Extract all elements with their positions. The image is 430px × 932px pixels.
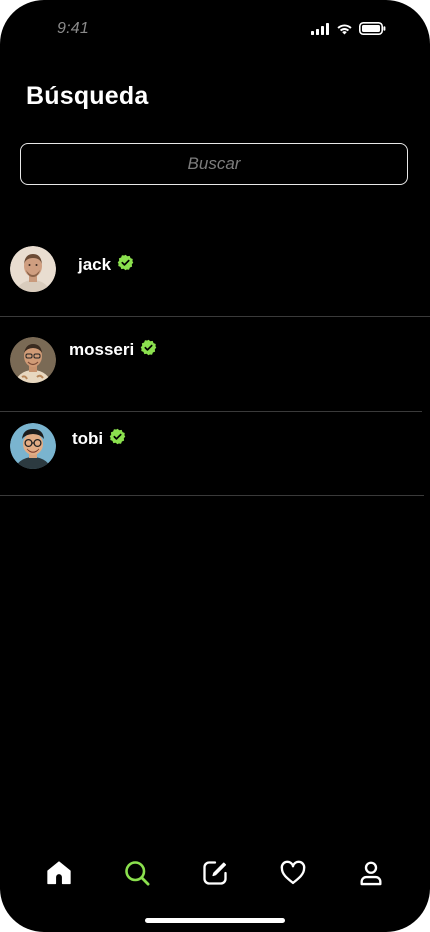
username-wrap: mosseri bbox=[69, 339, 157, 361]
tab-profile[interactable] bbox=[356, 860, 386, 890]
username-wrap: tobi bbox=[72, 428, 126, 450]
tab-search[interactable] bbox=[122, 860, 152, 890]
tab-compose[interactable] bbox=[200, 860, 230, 890]
divider bbox=[0, 316, 430, 317]
profile-icon bbox=[357, 859, 385, 892]
status-icons bbox=[311, 22, 386, 40]
tab-activity[interactable] bbox=[278, 860, 308, 890]
divider bbox=[0, 411, 422, 412]
username[interactable]: jack bbox=[78, 255, 111, 275]
verified-badge-icon bbox=[140, 339, 157, 361]
user-row-mosseri[interactable]: mosseri bbox=[0, 331, 430, 391]
verified-badge-icon bbox=[109, 428, 126, 450]
phone-screen: 9:41 Búsqueda Buscar jack mosseri tobi bbox=[0, 0, 430, 932]
status-bar: 9:41 bbox=[0, 0, 430, 60]
avatar-tobi bbox=[10, 423, 56, 469]
search-input[interactable] bbox=[21, 143, 407, 185]
wifi-icon bbox=[336, 22, 353, 40]
compose-icon bbox=[201, 859, 229, 892]
avatar-jack bbox=[10, 246, 56, 292]
cellular-signal-icon bbox=[311, 22, 330, 40]
tab-home[interactable] bbox=[44, 860, 74, 890]
search-box[interactable] bbox=[20, 143, 408, 185]
home-indicator[interactable] bbox=[145, 918, 285, 923]
battery-icon bbox=[359, 22, 386, 40]
heart-icon bbox=[279, 859, 307, 892]
username[interactable]: tobi bbox=[72, 429, 103, 449]
username-wrap: jack bbox=[78, 254, 134, 276]
home-icon bbox=[45, 859, 73, 892]
username[interactable]: mosseri bbox=[69, 340, 134, 360]
divider bbox=[0, 495, 424, 496]
verified-badge-icon bbox=[117, 254, 134, 276]
status-time: 9:41 bbox=[57, 20, 89, 37]
avatar-mosseri bbox=[10, 337, 56, 383]
user-row-tobi[interactable]: tobi bbox=[0, 417, 430, 477]
search-icon bbox=[123, 859, 151, 892]
tab-bar bbox=[0, 852, 430, 896]
user-row-jack[interactable]: jack bbox=[0, 240, 430, 300]
page-title: Búsqueda bbox=[26, 82, 149, 110]
